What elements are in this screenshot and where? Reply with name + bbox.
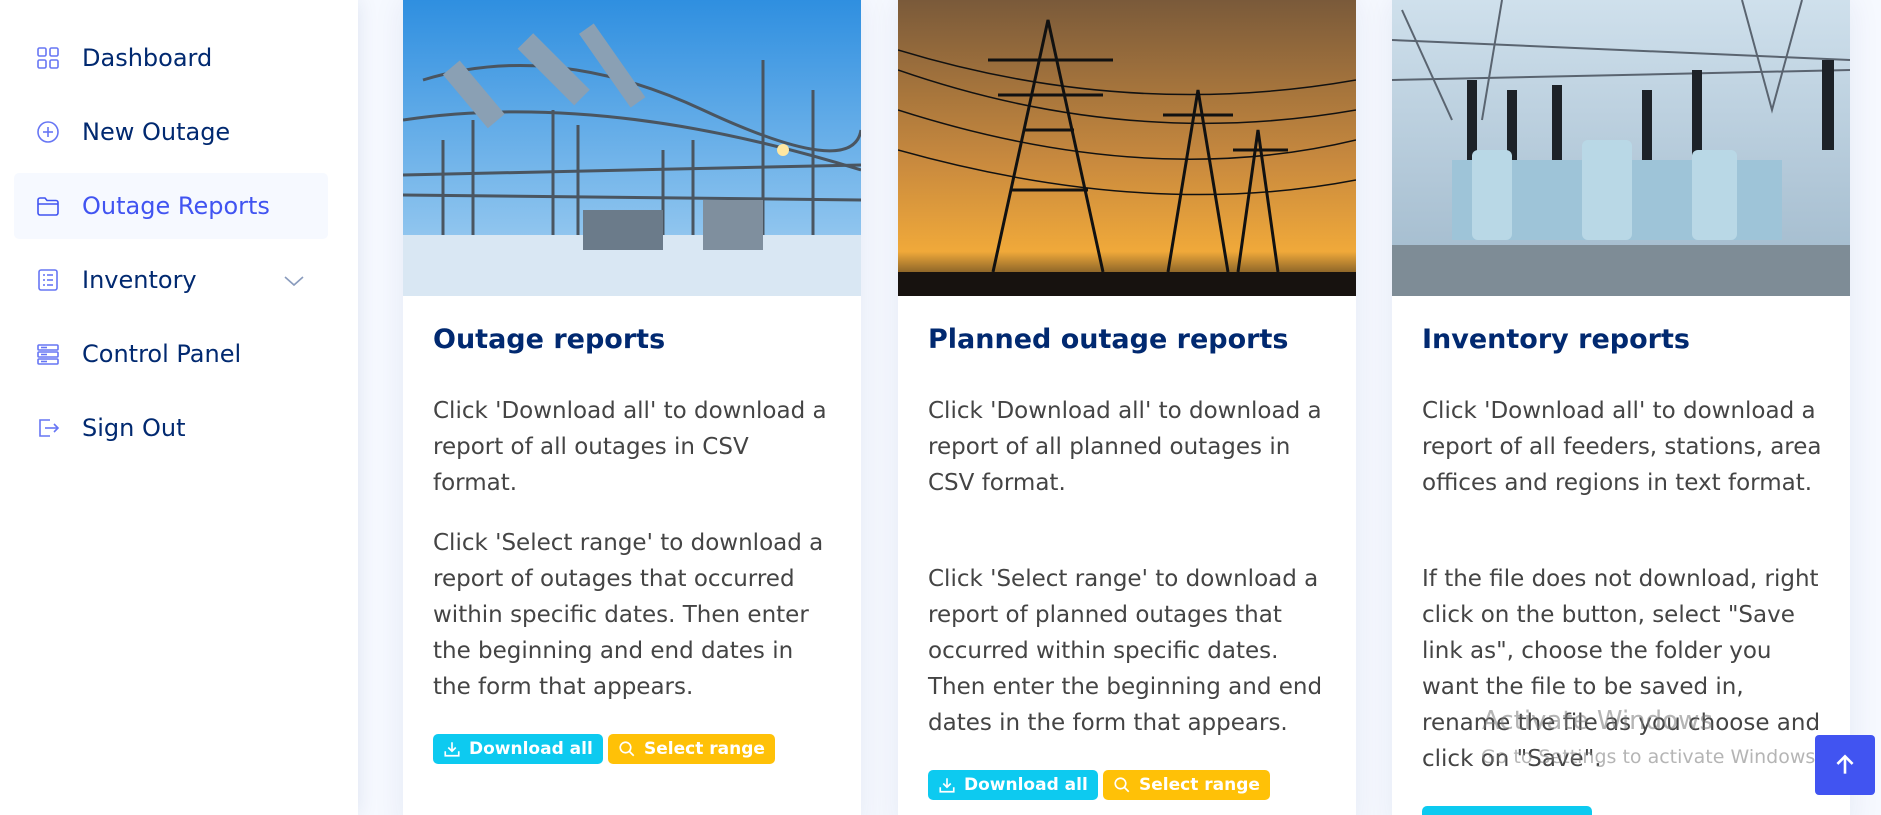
card-paragraph: Click 'Download all' to download a repor… xyxy=(928,398,1322,496)
plus-circle-icon xyxy=(34,118,62,146)
button-label: Download all xyxy=(469,739,593,759)
select-range-button[interactable]: Select range xyxy=(1103,770,1270,800)
download-icon xyxy=(444,742,460,757)
button-label: Select range xyxy=(1139,775,1260,795)
substation-image xyxy=(403,0,861,296)
outage-reports-card: Outage reports Click 'Download all' to d… xyxy=(403,0,861,815)
server-icon xyxy=(34,340,62,368)
inventory-reports-card: Inventory reports Click 'Download all' t… xyxy=(1392,0,1850,815)
card-paragraph: Click 'Select range' to download a repor… xyxy=(433,530,824,700)
list-icon xyxy=(34,266,62,294)
arrow-up-icon xyxy=(1836,754,1854,774)
card-paragraph: Click 'Download all' to download a repor… xyxy=(1422,398,1822,496)
button-label: Download all xyxy=(964,775,1088,795)
download-all-button[interactable]: Download all xyxy=(928,770,1098,800)
sign-out-icon xyxy=(34,414,62,442)
search-icon xyxy=(1114,777,1130,793)
sidebar-item-new-outage[interactable]: New Outage xyxy=(14,99,328,165)
sidebar: Dashboard New Outage Outage Reports Inve… xyxy=(0,0,358,815)
sidebar-item-label: New Outage xyxy=(82,118,231,146)
card-paragraph: If the file does not download, right cli… xyxy=(1422,566,1821,772)
sidebar-item-control-panel[interactable]: Control Panel xyxy=(14,321,328,387)
back-to-top-button[interactable] xyxy=(1815,735,1875,795)
card-title: Planned outage reports xyxy=(928,324,1289,355)
folder-icon xyxy=(34,192,62,220)
watermark-subtitle: Go to Settings to activate Windows. xyxy=(1481,746,1822,768)
sidebar-item-label: Outage Reports xyxy=(82,192,270,220)
download-all-button[interactable]: Download all xyxy=(433,734,603,764)
select-range-button[interactable]: Select range xyxy=(608,734,775,764)
sidebar-item-inventory[interactable]: Inventory xyxy=(14,247,328,313)
sidebar-item-label: Inventory xyxy=(82,266,197,294)
card-title: Inventory reports xyxy=(1422,324,1690,355)
download-button-partial[interactable] xyxy=(1422,806,1592,815)
card-title: Outage reports xyxy=(433,324,666,355)
planned-outage-reports-card: Planned outage reports Click 'Download a… xyxy=(898,0,1356,815)
watermark-title: Activate Windows xyxy=(1482,706,1713,736)
sidebar-item-label: Dashboard xyxy=(82,44,213,72)
substation-equipment-image xyxy=(1392,0,1850,296)
search-icon xyxy=(619,741,635,757)
grid-icon xyxy=(34,44,62,72)
sidebar-item-dashboard[interactable]: Dashboard xyxy=(14,25,328,91)
power-lines-sunset-image xyxy=(898,0,1356,296)
card-paragraph: Click 'Select range' to download a repor… xyxy=(928,566,1323,736)
card-paragraph: Click 'Download all' to download a repor… xyxy=(433,398,827,496)
download-icon xyxy=(939,778,955,793)
sidebar-item-outage-reports[interactable]: Outage Reports xyxy=(14,173,328,239)
sidebar-item-label: Control Panel xyxy=(82,340,242,368)
button-label: Select range xyxy=(644,739,765,759)
sidebar-item-label: Sign Out xyxy=(82,414,186,442)
chevron-down-icon[interactable] xyxy=(282,269,306,297)
sidebar-item-sign-out[interactable]: Sign Out xyxy=(14,395,328,461)
